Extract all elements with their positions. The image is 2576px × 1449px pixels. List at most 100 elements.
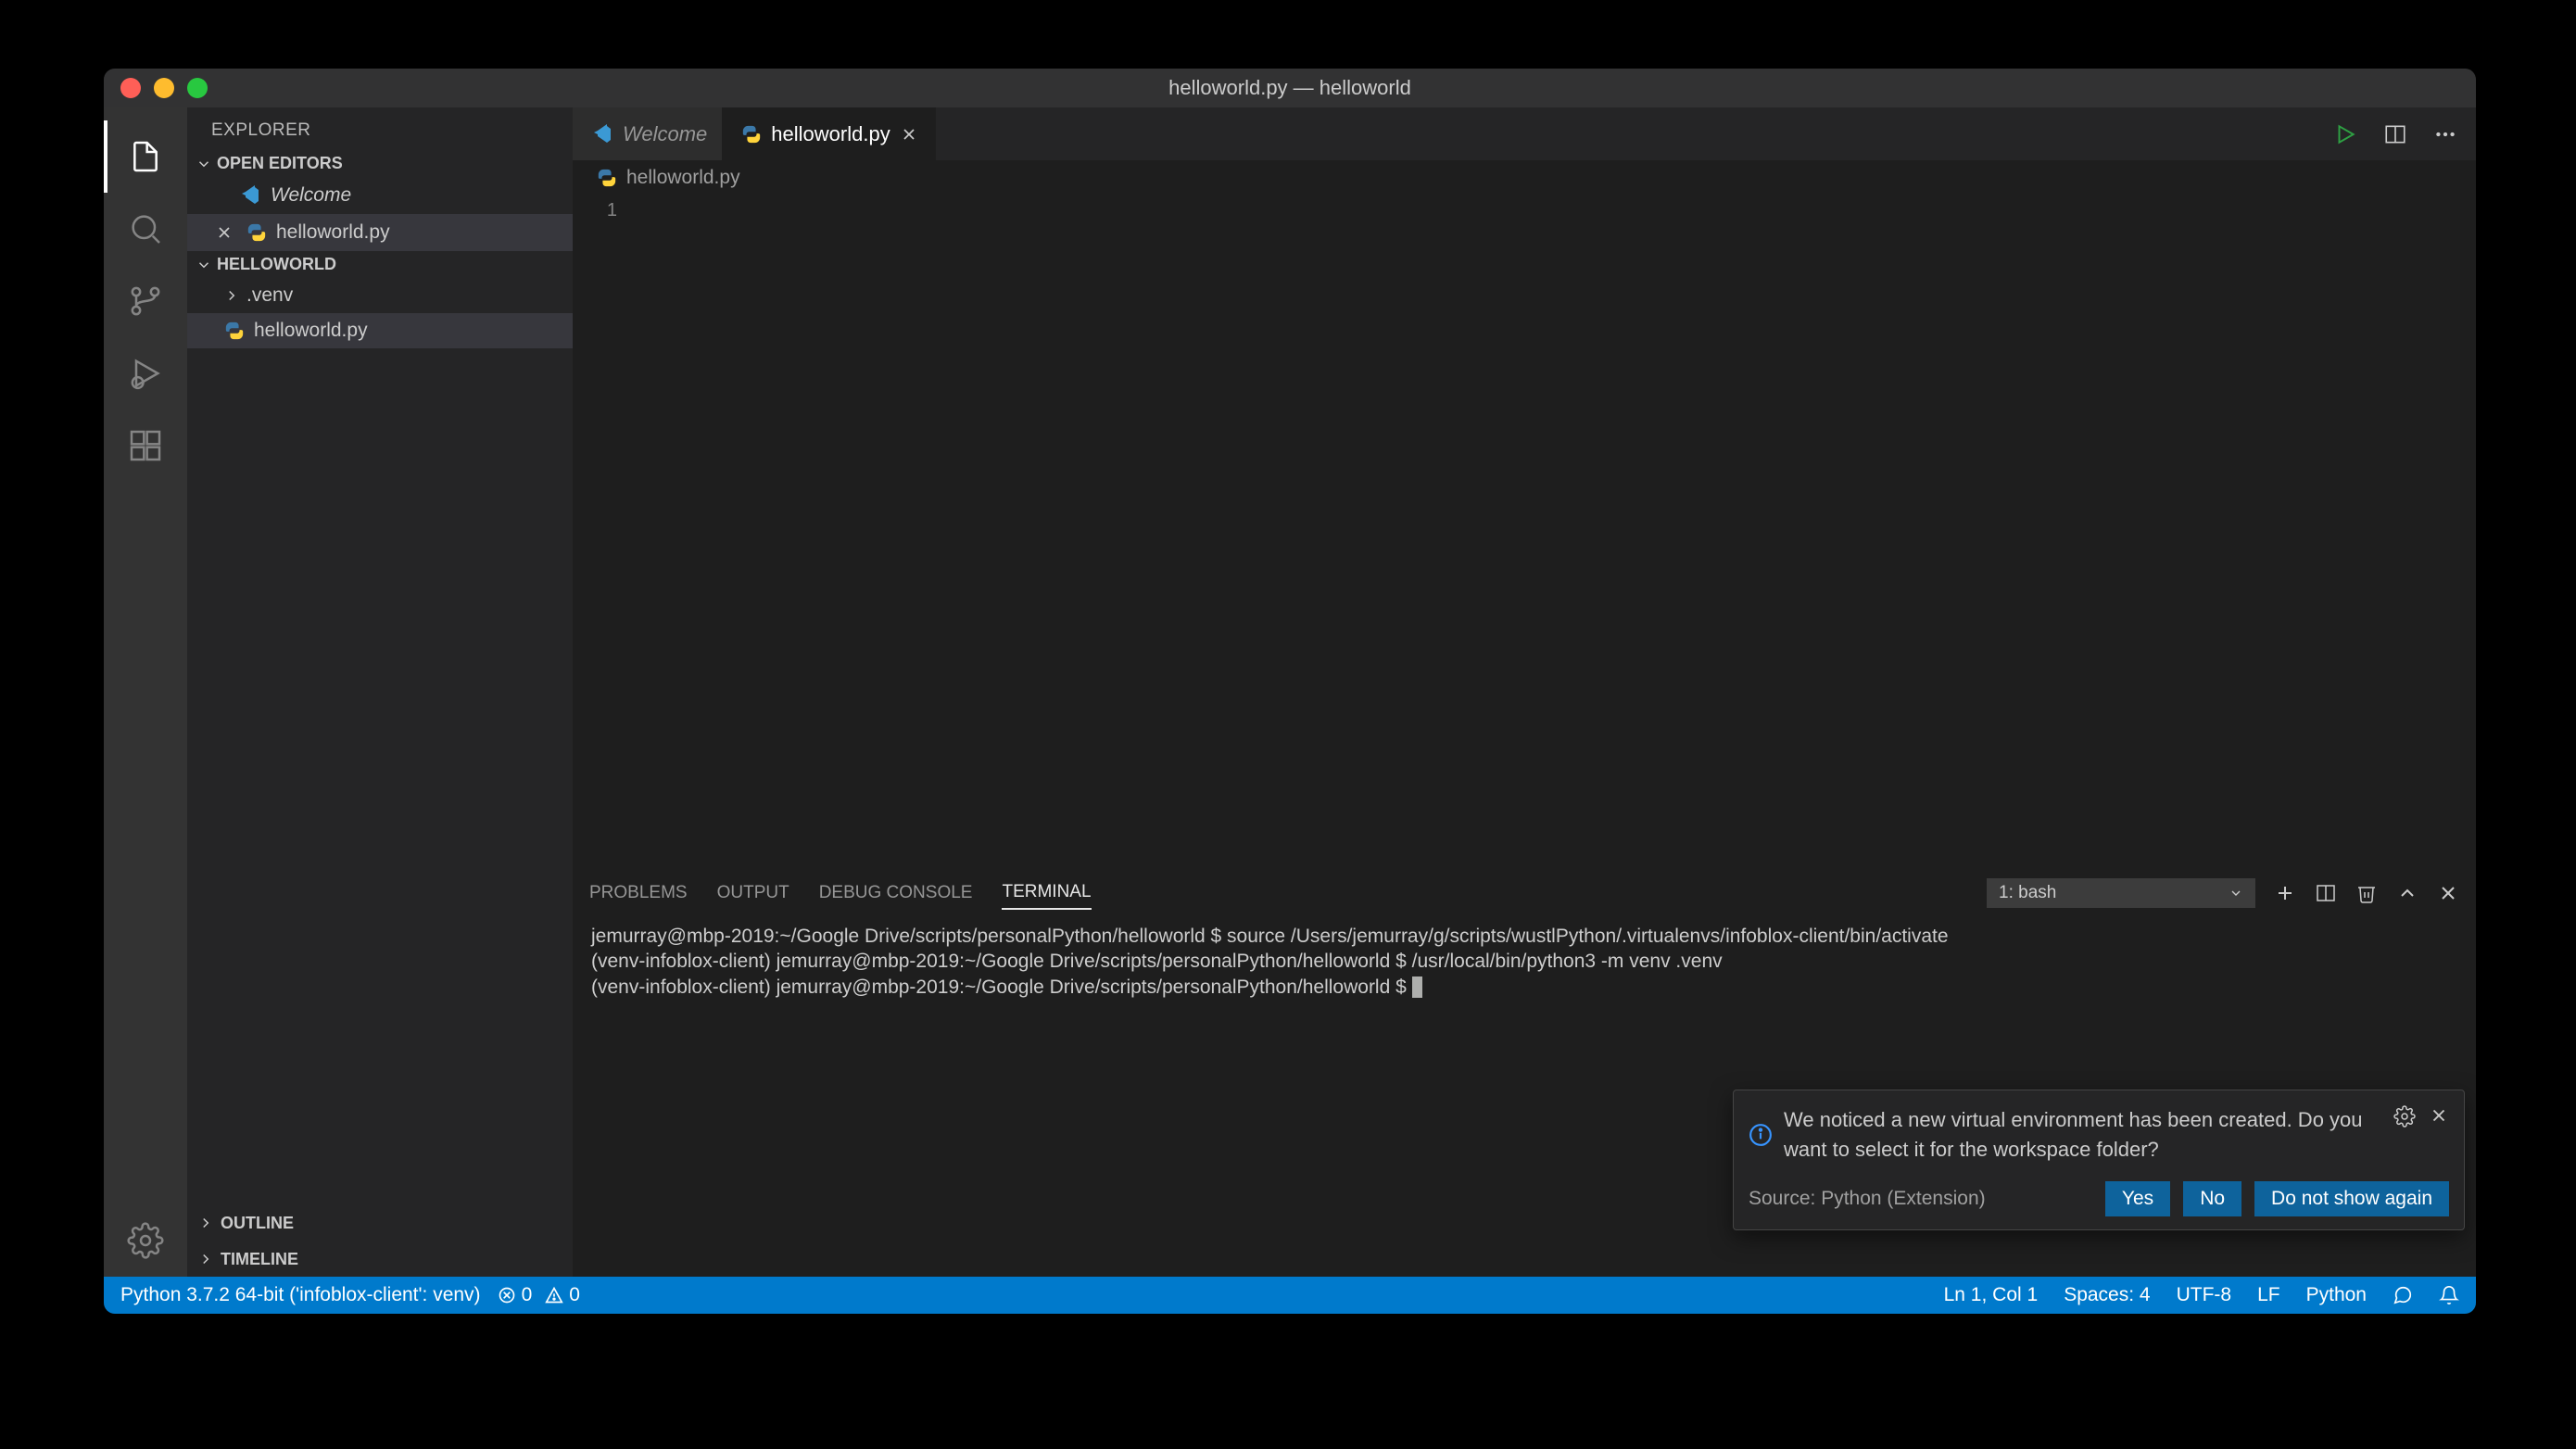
panel-tab-problems[interactable]: PROBLEMS xyxy=(589,877,688,909)
open-editor-helloworld[interactable]: helloworld.py xyxy=(187,214,573,251)
search-activity[interactable] xyxy=(104,193,187,265)
open-editor-welcome[interactable]: Welcome xyxy=(187,177,573,214)
run-debug-activity[interactable] xyxy=(104,337,187,410)
python-icon xyxy=(246,222,267,243)
feedback-status[interactable] xyxy=(2393,1285,2413,1305)
notification-source: Source: Python (Extension) xyxy=(1749,1187,1986,1211)
split-editor-icon[interactable] xyxy=(2383,122,2407,146)
open-editor-label: Welcome xyxy=(271,184,351,207)
folder-label: .venv xyxy=(246,284,293,307)
terminal-line: (venv-infoblox-client) jemurray@mbp-2019… xyxy=(591,976,1412,998)
error-icon xyxy=(498,1286,516,1304)
python-interpreter-status[interactable]: Python 3.7.2 64-bit ('infoblox-client': … xyxy=(120,1284,481,1306)
python-icon xyxy=(741,124,762,145)
encoding-status[interactable]: UTF-8 xyxy=(2177,1284,2232,1306)
line-number: 1 xyxy=(573,200,617,221)
breadcrumb-file: helloworld.py xyxy=(626,167,740,189)
breadcrumb[interactable]: helloworld.py xyxy=(573,160,2476,195)
open-editors-header[interactable]: OPEN EDITORS xyxy=(187,150,573,177)
language-mode-status[interactable]: Python xyxy=(2306,1284,2367,1306)
terminal-output[interactable]: jemurray@mbp-2019:~/Google Drive/scripts… xyxy=(573,916,2476,1277)
feedback-icon xyxy=(2393,1285,2413,1305)
editor-area: Welcome helloworld.py xyxy=(573,107,2476,1277)
titlebar: helloworld.py — helloworld xyxy=(104,69,2476,107)
files-icon xyxy=(127,138,164,175)
notification-yes-button[interactable]: Yes xyxy=(2105,1181,2170,1216)
outline-header[interactable]: OUTLINE xyxy=(187,1204,573,1241)
tab-label: Welcome xyxy=(623,122,707,146)
warning-icon xyxy=(545,1286,563,1304)
notification-never-button[interactable]: Do not show again xyxy=(2254,1181,2449,1216)
window-title: helloworld.py — helloworld xyxy=(1168,76,1411,100)
main-body: EXPLORER OPEN EDITORS Welcome xyxy=(104,107,2476,1277)
notifications-status[interactable] xyxy=(2439,1285,2459,1305)
tab-welcome[interactable]: Welcome xyxy=(573,107,723,160)
bottom-panel: PROBLEMS OUTPUT DEBUG CONSOLE TERMINAL 1… xyxy=(573,869,2476,1277)
extensions-icon xyxy=(127,427,164,464)
tab-close-icon[interactable] xyxy=(900,125,920,144)
eol-status[interactable]: LF xyxy=(2257,1284,2280,1306)
maximize-window-button[interactable] xyxy=(187,78,208,98)
code-area[interactable] xyxy=(634,195,2476,869)
editor-body[interactable]: 1 xyxy=(573,195,2476,869)
minimize-window-button[interactable] xyxy=(154,78,174,98)
cursor-position-status[interactable]: Ln 1, Col 1 xyxy=(1944,1284,2039,1306)
panel-tab-debug-console[interactable]: DEBUG CONSOLE xyxy=(819,877,973,909)
terminal-cursor xyxy=(1412,976,1422,998)
notification-no-button[interactable]: No xyxy=(2183,1181,2241,1216)
source-control-activity[interactable] xyxy=(104,265,187,337)
warning-count: 0 xyxy=(569,1284,580,1306)
folder-venv[interactable]: .venv xyxy=(187,278,573,313)
explorer-sidebar: EXPLORER OPEN EDITORS Welcome xyxy=(187,107,573,1277)
tab-actions xyxy=(2333,107,2476,160)
kill-terminal-icon[interactable] xyxy=(2355,882,2378,904)
terminal-selector[interactable]: 1: bash xyxy=(1987,878,2255,908)
vscode-icon xyxy=(239,184,261,207)
settings-activity[interactable] xyxy=(104,1204,187,1277)
panel-tab-output[interactable]: OUTPUT xyxy=(717,877,789,909)
panel-tabs: PROBLEMS OUTPUT DEBUG CONSOLE TERMINAL 1… xyxy=(573,870,2476,916)
chevron-down-icon xyxy=(195,256,213,274)
extensions-activity[interactable] xyxy=(104,410,187,482)
more-actions-icon[interactable] xyxy=(2433,122,2457,146)
error-count: 0 xyxy=(522,1284,533,1306)
outline-label: OUTLINE xyxy=(221,1214,294,1233)
notification-message: We noticed a new virtual environment has… xyxy=(1784,1105,2382,1165)
indentation-status[interactable]: Spaces: 4 xyxy=(2064,1284,2150,1306)
vscode-window: helloworld.py — helloworld xyxy=(104,69,2476,1314)
activity-bar xyxy=(104,107,187,1277)
new-terminal-icon[interactable] xyxy=(2274,882,2296,904)
close-panel-icon[interactable] xyxy=(2437,882,2459,904)
close-window-button[interactable] xyxy=(120,78,141,98)
problems-status[interactable]: 0 0 xyxy=(498,1284,580,1306)
close-icon[interactable] xyxy=(2429,1105,2449,1126)
terminal-selector-label: 1: bash xyxy=(1999,883,2056,903)
workspace-header[interactable]: HELLOWORLD xyxy=(187,251,573,278)
sidebar-title: EXPLORER xyxy=(187,107,573,150)
open-editor-label: helloworld.py xyxy=(276,221,390,244)
run-icon[interactable] xyxy=(2333,122,2357,146)
search-icon xyxy=(127,210,164,247)
file-helloworld[interactable]: helloworld.py xyxy=(187,313,573,348)
status-bar: Python 3.7.2 64-bit ('infoblox-client': … xyxy=(104,1277,2476,1314)
explorer-activity[interactable] xyxy=(104,120,187,193)
terminal-line: jemurray@mbp-2019:~/Google Drive/scripts… xyxy=(591,926,1949,947)
python-icon xyxy=(597,168,617,188)
gear-icon[interactable] xyxy=(2393,1105,2416,1128)
file-label: helloworld.py xyxy=(254,320,368,342)
split-terminal-icon[interactable] xyxy=(2315,882,2337,904)
notification-toast: We noticed a new virtual environment has… xyxy=(1733,1090,2465,1230)
terminal-line: (venv-infoblox-client) jemurray@mbp-2019… xyxy=(591,951,1723,972)
tab-label: helloworld.py xyxy=(771,122,890,146)
timeline-header[interactable]: TIMELINE xyxy=(187,1241,573,1277)
panel-tab-terminal[interactable]: TERMINAL xyxy=(1002,876,1091,910)
maximize-panel-icon[interactable] xyxy=(2396,882,2418,904)
tab-helloworld[interactable]: helloworld.py xyxy=(723,107,935,160)
window-controls xyxy=(104,78,208,98)
tab-bar: Welcome helloworld.py xyxy=(573,107,2476,160)
close-editor-icon[interactable] xyxy=(215,223,237,242)
info-icon xyxy=(1749,1105,1773,1165)
chevron-right-icon xyxy=(222,286,241,305)
debug-icon xyxy=(127,355,164,392)
python-icon xyxy=(224,321,245,341)
